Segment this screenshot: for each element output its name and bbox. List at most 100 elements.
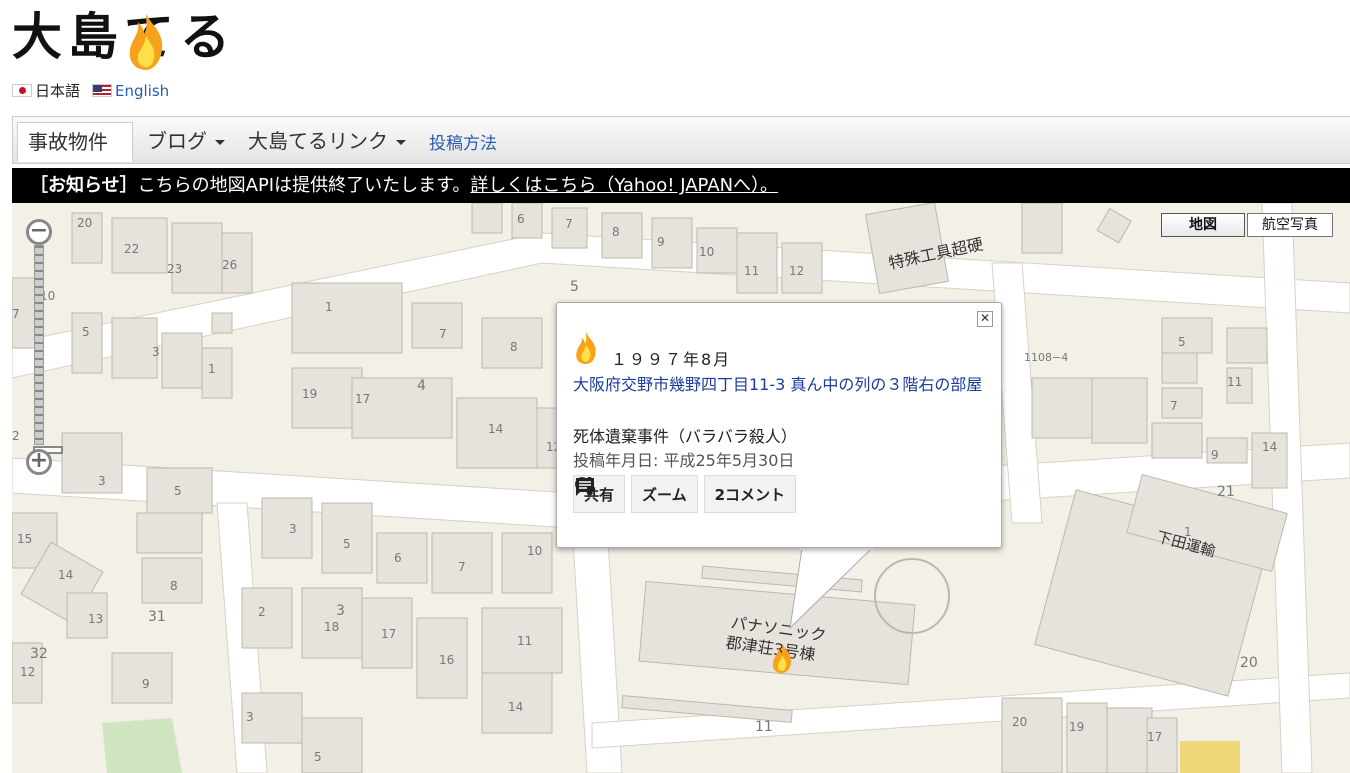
map-label: 23	[167, 262, 182, 276]
map-canvas[interactable]: 20 22 23 26 10 7 5 3 1 6 7 8 9 10 11 12 …	[12, 203, 1350, 773]
building	[136, 512, 203, 554]
map-label: 12	[789, 264, 804, 278]
site-logo[interactable]: 大島てる	[12, 6, 252, 70]
map-label: 15	[17, 532, 32, 546]
us-flag-icon	[92, 84, 113, 97]
nav-blog[interactable]: ブログ	[137, 122, 235, 162]
building	[301, 717, 363, 773]
notice-link[interactable]: 詳しくはこちら（Yahoo! JAPANへ）。	[470, 175, 778, 196]
maptype-aerial-button[interactable]: 航空写真	[1247, 213, 1333, 237]
map-label: 8	[510, 340, 518, 354]
building	[736, 232, 778, 294]
map-label: 19	[1069, 720, 1084, 734]
map-label: 11	[744, 264, 759, 278]
map-label: 5	[343, 537, 351, 551]
map-label: 14	[488, 422, 503, 436]
building	[1066, 702, 1108, 773]
nav-links[interactable]: 大島てるリンク	[238, 122, 416, 162]
building	[1151, 422, 1203, 459]
lang-english[interactable]: English	[92, 82, 169, 100]
map-label: 10	[699, 245, 714, 259]
maptype-map-button[interactable]: 地図	[1161, 213, 1245, 237]
map-label: 3	[289, 522, 297, 536]
notice-bar: ［お知らせ］こちらの地図APIは提供終了いたします。詳しくはこちら（Yahoo!…	[12, 168, 1350, 203]
building	[211, 312, 233, 334]
map-label: 11	[755, 719, 773, 735]
nav-label: 大島てるリンク	[248, 129, 388, 153]
map-label: 18	[324, 620, 339, 634]
lang-japanese[interactable]: 日本語	[12, 80, 80, 101]
building	[411, 302, 463, 349]
building	[71, 312, 103, 374]
map-label: 11	[1227, 375, 1242, 389]
park-area	[102, 718, 182, 773]
building	[1161, 387, 1203, 419]
building	[1161, 317, 1213, 354]
flame-icon	[576, 332, 596, 364]
incident-posted-date: 投稿年月日: 平成25年5月30日	[573, 451, 795, 470]
map-label: 1108−4	[1024, 351, 1068, 364]
nav-accident-properties[interactable]: 事故物件	[17, 122, 133, 184]
map-label: 11	[517, 634, 532, 648]
incident-description: 死体遺棄事件（バラバラ殺人）	[573, 427, 797, 446]
building	[291, 282, 403, 354]
zoom-out-button[interactable]: −	[26, 219, 52, 245]
building	[1106, 707, 1153, 773]
language-switcher: 日本語 English	[12, 80, 169, 101]
building	[351, 377, 453, 439]
building	[111, 217, 168, 274]
notice-tag: ［お知らせ］	[30, 175, 138, 196]
map-label: 9	[657, 235, 665, 249]
map-label: 8	[612, 225, 620, 239]
map-label: 14	[1262, 440, 1277, 454]
map-label: 20	[77, 216, 92, 230]
map-label: 21	[1217, 484, 1235, 500]
nav-label: ブログ	[147, 129, 207, 153]
building	[601, 212, 643, 259]
nav-label: 事故物件	[28, 130, 108, 154]
map-label: 5	[570, 279, 579, 295]
map-label: 6	[394, 551, 402, 565]
zoom-label: ズーム	[642, 485, 687, 504]
building	[501, 532, 553, 594]
map-label: 7	[12, 307, 20, 321]
map-label: 3	[152, 345, 160, 359]
map-label: 13	[88, 612, 103, 626]
map-label: 20	[1240, 655, 1258, 671]
comments-label: 2コメント	[714, 485, 786, 504]
map-label: 19	[302, 387, 317, 401]
building	[171, 222, 223, 294]
building	[161, 332, 203, 389]
caret-down-icon	[215, 140, 225, 145]
zoom-in-button[interactable]: +	[26, 449, 52, 475]
map-label: 8	[170, 579, 178, 593]
map-label: 9	[1211, 448, 1219, 462]
zoom-button[interactable]: ズーム	[575, 475, 698, 513]
map-label: 14	[58, 568, 73, 582]
logo-flame-icon	[129, 14, 163, 70]
map-label: 5	[82, 325, 90, 339]
building	[111, 317, 158, 379]
map-label: 2	[258, 605, 266, 619]
lang-japanese-label: 日本語	[35, 82, 81, 100]
map-label: 1	[325, 300, 333, 314]
map-label: 7	[439, 327, 447, 341]
building	[201, 347, 233, 399]
map-label: 17	[1147, 730, 1162, 744]
map-label: 16	[439, 653, 454, 667]
map-label: 1	[208, 362, 216, 376]
popup-actions: 共有 ズーム 2コメント	[573, 475, 797, 513]
map-label: 6	[517, 212, 525, 226]
map-label: 20	[1012, 715, 1027, 729]
map-label: 32	[30, 646, 48, 662]
map-label: 7	[1170, 399, 1178, 413]
map-label: 26	[222, 258, 237, 272]
nav-how-to-post[interactable]: 投稿方法	[429, 129, 497, 154]
close-icon[interactable]: ✕	[977, 311, 993, 327]
zoom-slider[interactable]	[33, 245, 63, 454]
comments-button[interactable]: 2コメント	[576, 475, 797, 513]
building	[1096, 207, 1132, 244]
map-label: 5	[314, 750, 322, 764]
lang-english-label[interactable]: English	[115, 82, 169, 100]
incident-address-link[interactable]: 大阪府交野市幾野四丁目11-3 真ん中の列の３階右の部屋	[573, 373, 987, 397]
